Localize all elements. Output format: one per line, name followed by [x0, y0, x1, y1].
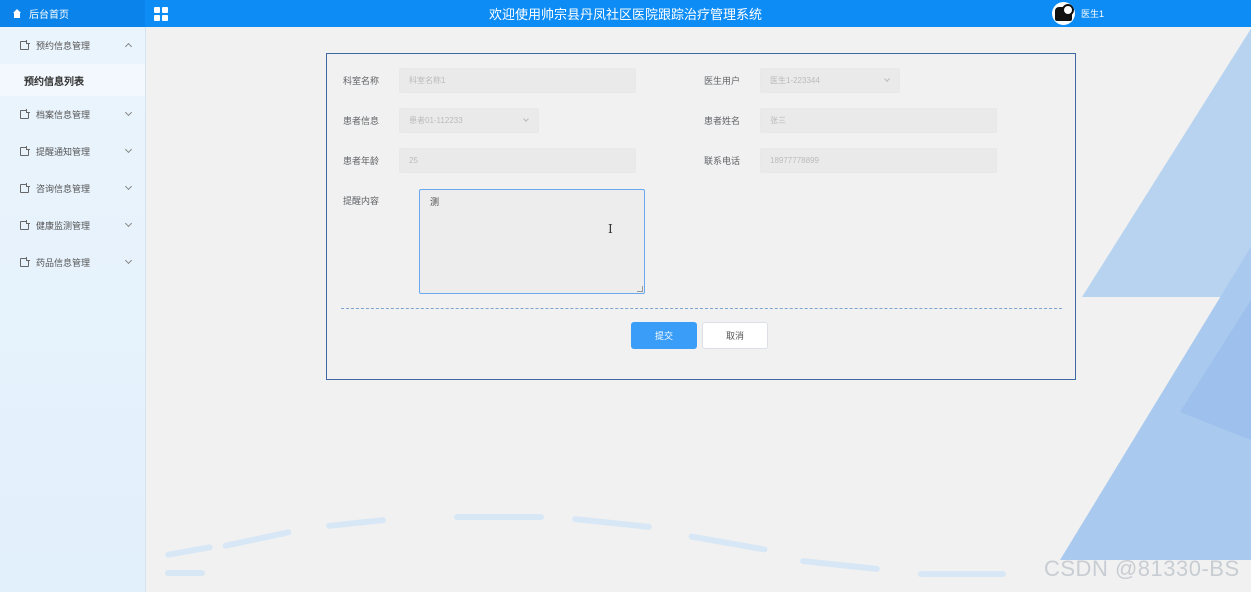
reminder-label: 提醒内容: [342, 196, 379, 206]
sidebar-item-health[interactable]: 健康监测管理: [0, 207, 145, 244]
background-shape: [1180, 300, 1251, 440]
doctor-select[interactable]: 医生1-223344: [760, 68, 900, 93]
sidebar-item-label: 药品信息管理: [36, 258, 91, 268]
doctor-value: 医生1-223344: [770, 76, 820, 85]
chevron-down-icon: [124, 256, 133, 265]
sidebar-item-reminder[interactable]: 提醒通知管理: [0, 133, 145, 170]
background-dash: [165, 570, 205, 576]
patient-info-label: 患者信息: [342, 116, 379, 126]
patient-name-input[interactable]: 张三: [760, 108, 997, 133]
document-icon: [20, 146, 30, 156]
doctor-row: 医生用户 医生1-223344: [700, 68, 900, 93]
text-cursor-icon: I: [608, 222, 613, 236]
chevron-down-icon: [124, 145, 133, 154]
background-dash: [571, 515, 653, 531]
document-icon: [20, 109, 30, 119]
home-label: 后台首页: [29, 10, 69, 21]
reminder-row: 提醒内容: [339, 194, 399, 207]
age-input[interactable]: 25: [399, 148, 636, 173]
dept-label: 科室名称: [342, 76, 379, 86]
dept-row: 科室名称 科室名称1: [339, 68, 636, 93]
avatar: [1052, 2, 1075, 25]
sidebar-item-medicine[interactable]: 药品信息管理: [0, 244, 145, 281]
sidebar-item-label: 档案信息管理: [36, 110, 91, 120]
dept-input[interactable]: 科室名称1: [399, 68, 636, 93]
sidebar-item-label: 咨询信息管理: [36, 184, 91, 194]
sidebar-item-label: 预约信息管理: [36, 41, 91, 51]
patient-name-row: 患者姓名 张三: [700, 108, 997, 133]
sidebar-item-archive[interactable]: 档案信息管理: [0, 96, 145, 133]
chevron-down-icon: [884, 76, 890, 82]
reminder-text: 测: [430, 197, 440, 207]
submit-button[interactable]: 提交: [631, 322, 697, 349]
sidebar-item-label: 健康监测管理: [36, 221, 91, 231]
background-shape: [1082, 27, 1251, 297]
sidebar: 预约信息管理 预约信息列表 档案信息管理 提醒通知管理 咨询信息管理 健康监测管…: [0, 27, 146, 592]
menu-toggle-icon[interactable]: [154, 6, 168, 21]
patient-name-label: 患者姓名: [703, 116, 740, 126]
sidebar-item-appointment[interactable]: 预约信息管理: [0, 27, 145, 64]
chevron-down-icon: [124, 182, 133, 191]
chevron-down-icon: [124, 108, 133, 117]
chevron-down-icon: [124, 219, 133, 228]
phone-label: 联系电话: [703, 156, 740, 166]
patient-info-row: 患者信息 患者01-112233: [339, 108, 539, 133]
document-icon: [20, 220, 30, 230]
document-icon: [20, 183, 30, 193]
sidebar-item-consult[interactable]: 咨询信息管理: [0, 170, 145, 207]
home-icon: [12, 9, 22, 18]
patient-info-value: 患者01-112233: [409, 116, 463, 125]
home-link[interactable]: 后台首页: [0, 0, 145, 27]
age-row: 患者年龄 25: [339, 148, 636, 173]
background-dash: [325, 516, 387, 530]
background-dash: [799, 557, 881, 573]
form-card: 科室名称 科室名称1 医生用户 医生1-223344 患者信息 患者01-112…: [326, 53, 1076, 380]
document-icon: [20, 40, 30, 50]
cancel-button[interactable]: 取消: [702, 322, 768, 349]
document-icon: [20, 257, 30, 267]
background-shape: [1060, 240, 1251, 560]
resize-handle-icon[interactable]: [637, 286, 643, 292]
chevron-down-icon: [523, 116, 529, 122]
chevron-up-icon: [124, 42, 133, 51]
background-dash: [222, 528, 292, 550]
user-menu[interactable]: 医生1: [1052, 0, 1104, 27]
background-dash: [164, 543, 214, 559]
age-label: 患者年龄: [342, 156, 379, 166]
watermark: CSDN @81330-BS: [1044, 556, 1240, 581]
patient-info-select[interactable]: 患者01-112233: [399, 108, 539, 133]
phone-input[interactable]: 18977778899: [760, 148, 997, 173]
form-divider: [341, 308, 1062, 309]
background-dash: [454, 514, 544, 520]
phone-row: 联系电话 18977778899: [700, 148, 997, 173]
reminder-textarea[interactable]: 测 I: [419, 189, 645, 294]
background-dash: [918, 571, 1006, 577]
doctor-label: 医生用户: [703, 76, 740, 86]
background-dash: [688, 533, 768, 553]
sidebar-subitem-appointment-list[interactable]: 预约信息列表: [0, 64, 145, 96]
sidebar-item-label: 提醒通知管理: [36, 147, 91, 157]
user-name: 医生1: [1081, 9, 1105, 19]
